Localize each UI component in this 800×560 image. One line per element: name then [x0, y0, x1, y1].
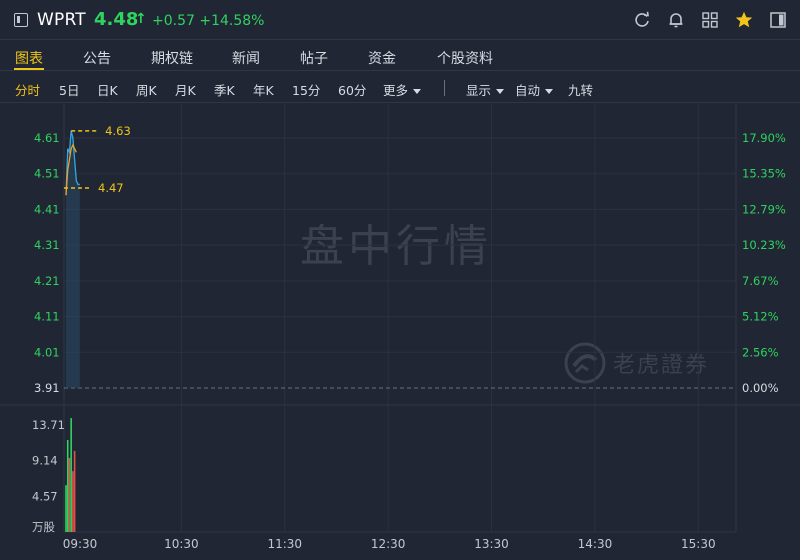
- change-percent: +14.58%: [199, 13, 265, 29]
- tab-options-chain[interactable]: 期权链: [151, 48, 193, 68]
- toolbar-divider: [444, 80, 445, 96]
- more-dropdown[interactable]: 更多: [383, 80, 422, 99]
- tab-bar: 图表 公告 期权链 新闻 帖子 资金 个股资料: [0, 40, 800, 71]
- volume-bar: [72, 471, 74, 532]
- volume-bar: [65, 485, 67, 532]
- y-right-tick-label: 10.23%: [742, 238, 786, 252]
- annotation-label: 4.47: [98, 181, 124, 195]
- x-tick-label: 14:30: [578, 537, 613, 551]
- tab-announcements[interactable]: 公告: [83, 48, 111, 68]
- x-tick-label: 12:30: [371, 537, 406, 551]
- star-icon[interactable]: [734, 10, 754, 30]
- y-right-tick-label: 15.35%: [742, 167, 786, 181]
- up-arrow-icon: ↑: [135, 11, 147, 27]
- volume-bar: [66, 439, 69, 532]
- volume-unit-label: 万股: [32, 520, 55, 534]
- tab-posts[interactable]: 帖子: [300, 48, 328, 68]
- grid-icon[interactable]: [700, 10, 720, 30]
- tab-profile[interactable]: 个股资料: [437, 48, 493, 68]
- period-15min[interactable]: 15分: [292, 80, 320, 99]
- chevron-down-icon: [496, 89, 505, 94]
- display-label: 显示: [466, 83, 492, 98]
- period-bar: 分时 5日 日K 周K 月K 季K 年K 15分 60分 更多 显示 自动 九转: [0, 72, 800, 103]
- refresh-icon[interactable]: [632, 10, 652, 30]
- x-tick-label: 10:30: [164, 537, 199, 551]
- y-right-tick-label: 7.67%: [742, 274, 779, 288]
- volume-bar: [70, 418, 72, 532]
- tab-capital[interactable]: 资金: [368, 48, 396, 68]
- active-tab-indicator: [14, 68, 44, 70]
- price-change: +0.57 +14.58%: [152, 13, 264, 29]
- intraday-chart[interactable]: 09:30 10:30 11:30 12:30 13:30 14:30 15:30 4.61 1…: [0, 103, 800, 560]
- period-daily[interactable]: 日K: [97, 80, 118, 99]
- bell-icon[interactable]: [666, 10, 686, 30]
- tab-chart[interactable]: 图表: [15, 48, 43, 68]
- volume-tick-label: 9.14: [32, 454, 58, 468]
- y-right-tick-label: 0.00%: [742, 381, 779, 395]
- chevron-down-icon: [413, 89, 422, 94]
- y-right-tick-label: 5.12%: [742, 310, 779, 324]
- x-tick-label: 11:30: [267, 537, 302, 551]
- x-tick-label: 15:30: [681, 537, 716, 551]
- period-quarterly[interactable]: 季K: [214, 80, 235, 99]
- auto-label: 自动: [515, 83, 541, 98]
- x-tick-label: 13:30: [474, 537, 509, 551]
- annotation-label: 4.63: [105, 124, 131, 138]
- period-intraday[interactable]: 分时: [15, 80, 40, 99]
- y-right-tick-label: 2.56%: [742, 345, 779, 359]
- volume-tick-label: 13.71: [32, 418, 65, 432]
- period-yearly[interactable]: 年K: [253, 80, 274, 99]
- y-left-tick-label: 4.11: [34, 310, 60, 324]
- tab-news[interactable]: 新闻: [232, 48, 260, 68]
- y-left-tick-label: 4.21: [34, 274, 60, 288]
- last-price: 4.48: [94, 9, 139, 30]
- volume-bar: [73, 450, 76, 532]
- y-left-tick-label: 4.01: [34, 345, 60, 359]
- volume-bar: [68, 457, 71, 532]
- x-tick-label: 09:30: [63, 537, 98, 551]
- ticker-symbol: WPRT: [37, 10, 86, 30]
- auto-dropdown[interactable]: 自动: [515, 80, 554, 99]
- display-dropdown[interactable]: 显示: [466, 80, 505, 99]
- sidebar-toggle-icon[interactable]: [14, 13, 28, 27]
- volume-tick-label: 4.57: [32, 489, 58, 503]
- period-60min[interactable]: 60分: [338, 80, 366, 99]
- y-left-tick-label: 4.31: [34, 238, 60, 252]
- y-left-tick-label: 4.41: [34, 202, 60, 216]
- y-right-tick-label: 12.79%: [742, 202, 786, 216]
- period-weekly[interactable]: 周K: [136, 80, 157, 99]
- chevron-down-icon: [545, 89, 554, 94]
- quote-header: WPRT 4.48 ↑ +0.57 +14.58%: [0, 0, 800, 40]
- change-value: +0.57: [152, 13, 195, 29]
- panel-toggle-icon[interactable]: [768, 10, 788, 30]
- period-5day[interactable]: 5日: [59, 80, 79, 99]
- y-right-tick-label: 17.90%: [742, 131, 786, 145]
- y-left-tick-label: 4.61: [34, 131, 60, 145]
- more-label: 更多: [383, 83, 409, 98]
- y-left-tick-label: 4.51: [34, 167, 60, 181]
- y-left-tick-label: 3.91: [34, 381, 60, 395]
- nine-turn-toggle[interactable]: 九转: [568, 80, 593, 99]
- period-monthly[interactable]: 月K: [175, 80, 196, 99]
